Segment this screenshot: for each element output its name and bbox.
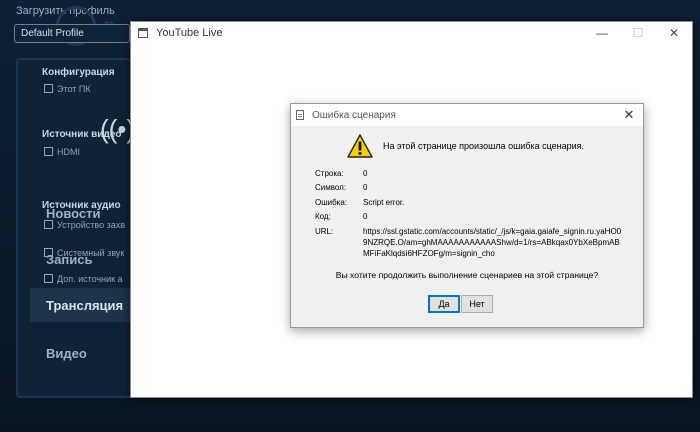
dialog-close-button[interactable]: ✕	[615, 107, 643, 123]
detail-key: Код:	[315, 212, 331, 222]
detail-row-code: Код: 0	[315, 211, 625, 222]
window-title: YouTube Live	[156, 27, 223, 39]
profile-select[interactable]: Default Profile	[14, 24, 130, 43]
no-button[interactable]: Нет	[461, 295, 493, 313]
dialog-title: Ошибка сценария	[312, 109, 396, 121]
script-error-dialog: Ошибка сценария ✕ На этой странице произ…	[290, 103, 644, 328]
checkbox-extra-source[interactable]: Доп. источник а	[44, 274, 123, 284]
checkbox-this-pc[interactable]: Этот ПК	[44, 84, 91, 94]
minimize-button[interactable]: —	[584, 22, 620, 44]
detail-key: Ошибка:	[315, 197, 348, 207]
detail-row-line: Строка: 0	[315, 168, 625, 179]
detail-key: Символ:	[315, 183, 347, 193]
detail-row-char: Символ: 0	[315, 182, 625, 193]
detail-row-url: URL: https://ssl.gstatic.com/accounts/st…	[315, 226, 625, 259]
checkbox-hdmi[interactable]: HDMI	[44, 147, 80, 157]
dialog-titlebar[interactable]: Ошибка сценария ✕	[291, 104, 643, 126]
nav-broadcast[interactable]: Трансляция	[30, 288, 130, 322]
document-icon	[296, 110, 304, 120]
detail-key: Строка:	[315, 169, 344, 178]
maximize-button: ☐	[632, 26, 644, 40]
error-headline: На этой странице произошла ошибка сценар…	[383, 141, 585, 151]
detail-value: 0	[363, 169, 368, 178]
yes-button[interactable]: Да	[428, 295, 460, 313]
close-button[interactable]: ✕	[656, 22, 692, 44]
window-app-icon	[138, 28, 148, 38]
detail-value: 0	[363, 212, 368, 222]
dialog-button-row: Да Нет	[428, 295, 493, 313]
error-details: Строка: 0 Символ: 0 Ошибка: Script error…	[315, 168, 625, 262]
group-config-label: Конфигурация	[42, 67, 115, 78]
warning-icon	[347, 134, 373, 158]
detail-row-error: Ошибка: Script error.	[315, 197, 625, 208]
detail-key: URL:	[315, 226, 334, 236]
window-titlebar[interactable]: YouTube Live — ☐ ✕	[131, 22, 692, 44]
checkbox-system-sound[interactable]: Системный звук	[44, 248, 124, 258]
continue-question: Вы хотите продолжить выполнение сценарие…	[335, 270, 599, 280]
checkbox-capture-device[interactable]: Устройство захв	[44, 220, 125, 230]
detail-url-value: https://ssl.gstatic.com/accounts/static/…	[363, 226, 622, 258]
detail-value: 0	[363, 183, 368, 193]
nav-video[interactable]: Видео	[30, 336, 130, 370]
detail-value: Script error.	[363, 197, 405, 207]
